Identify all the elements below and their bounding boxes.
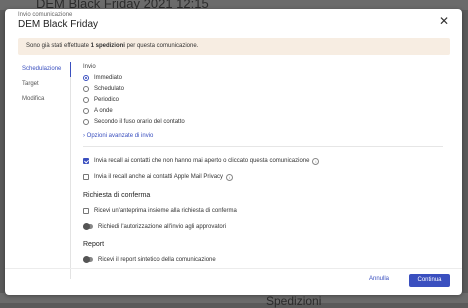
sidebar-item-label: Schedulazione [22, 66, 62, 72]
active-nav-indicator [70, 62, 71, 77]
radio-a-onde[interactable]: A onde [83, 105, 443, 116]
info-icon[interactable]: i [312, 157, 320, 165]
checkbox-checked[interactable] [83, 158, 89, 164]
radio-label: Periodico [94, 96, 120, 103]
chevron-right-icon: › [83, 133, 85, 139]
continue-button[interactable]: Continua [409, 274, 450, 287]
advanced-options-link[interactable]: › Opzioni avanzate di invio [83, 130, 443, 142]
backdrop-footer-text: Spedizioni [266, 294, 322, 308]
radio-label: Immediato [94, 74, 123, 81]
dialog-title: DEM Black Friday [18, 19, 99, 30]
send-communication-dialog: Invio comunicazione DEM Black Friday ✕ S… [5, 9, 462, 295]
send-label: Invio [83, 64, 96, 70]
radio-periodico[interactable]: Periodico [83, 94, 443, 105]
radio-fuso-orario[interactable]: Secondo il fuso orario del contatto [83, 116, 443, 127]
sidebar-item-label: Target [22, 81, 39, 87]
toggle-switch[interactable] [83, 223, 93, 230]
sidebar-item-schedulazione[interactable]: Schedulazione [18, 62, 72, 77]
recall-label: Invia recall ai contatti che non hanno m… [94, 158, 310, 164]
dialog-sidenav: Schedulazione Target Modifica [18, 62, 72, 107]
radio-schedulato[interactable]: Schedulato [83, 83, 443, 94]
preview-checkbox-row[interactable]: Ricevi un'anteprima insieme alla richies… [83, 203, 443, 219]
close-icon[interactable]: ✕ [438, 15, 450, 27]
apple-privacy-label: Invia il recall anche ai contatti Apple … [94, 174, 224, 180]
radio-button-checked[interactable] [83, 74, 89, 81]
radio-button[interactable] [83, 118, 89, 125]
report-toggle-row[interactable]: Ricevi il report sintetico della comunic… [83, 252, 443, 267]
radio-button[interactable] [83, 96, 89, 103]
footer-divider [5, 268, 462, 269]
checkbox[interactable] [83, 208, 89, 214]
apple-privacy-checkbox-row[interactable]: Invia il recall anche ai contatti Apple … [83, 169, 443, 185]
info-banner-suffix: per questa comunicazione. [124, 43, 199, 49]
approvers-toggle-row[interactable]: Richiedi l'autorizzazione all'invio agli… [83, 219, 443, 234]
sidebar-item-label: Modifica [22, 96, 45, 102]
dialog-subtitle: Invio comunicazione [18, 12, 73, 18]
advanced-options-label: Opzioni avanzate di invio [86, 133, 154, 139]
radio-button[interactable] [83, 85, 89, 92]
radio-label: A onde [94, 107, 113, 114]
approvers-label: Richiedi l'autorizzazione all'invio agli… [98, 223, 227, 230]
info-banner: Sono già stati effettuate 1 spedizioni p… [18, 38, 450, 55]
checkbox[interactable] [83, 174, 89, 180]
cancel-button[interactable]: Annulla [369, 276, 389, 282]
sidebar-item-target[interactable]: Target [18, 77, 72, 92]
recall-checkbox-row[interactable]: Invia recall ai contatti che non hanno m… [83, 153, 443, 169]
preview-label: Ricevi un'anteprima insieme alla richies… [94, 208, 237, 214]
radio-immediato[interactable]: Immediato [83, 72, 443, 83]
radio-label: Schedulato [94, 85, 125, 92]
report-section-title: Report [83, 241, 105, 248]
confirmation-section-title: Richiesta di conferma [83, 192, 151, 199]
info-icon[interactable]: i [226, 173, 234, 181]
toggle-switch[interactable] [83, 256, 93, 263]
radio-button[interactable] [83, 107, 89, 114]
section-divider [83, 146, 443, 147]
info-banner-prefix: Sono già stati effettuate [26, 43, 91, 49]
sidebar-item-modifica[interactable]: Modifica [18, 92, 72, 107]
info-banner-count: 1 spedizioni [90, 43, 125, 49]
sidenav-divider [70, 77, 71, 279]
schedule-content: Invio Immediato Schedulato Periodico A o… [83, 62, 443, 267]
radio-label: Secondo il fuso orario del contatto [94, 118, 185, 125]
report-label: Ricevi il report sintetico della comunic… [98, 256, 216, 263]
